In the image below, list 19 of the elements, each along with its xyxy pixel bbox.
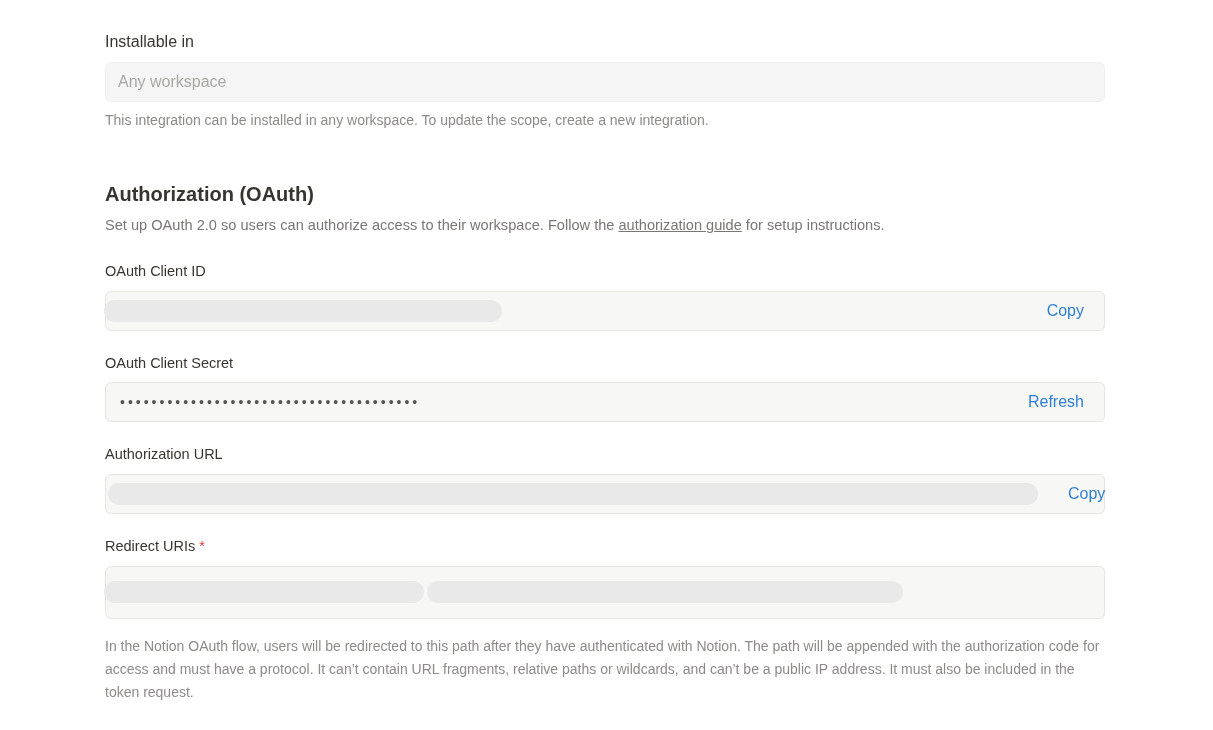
masked-value: •••••••••••••••••••••••••••••••••••••• [119, 392, 421, 412]
field-label: Installable in [105, 32, 195, 52]
action-button[interactable]: Copy [1016, 291, 1104, 330]
guide-link[interactable]: authorization guide [618, 217, 742, 233]
help-text: In the Notion OAuth flow, users will be redirected to this path after they have authenticated with Notion. The path will be appended with the authorization code for access and must have a protocol. It can’t contain URL fragments, relative paths or wildcards, and can’t be a public IP address. It must also be included in the token request. [105, 636, 1101, 702]
input-field[interactable]: Copy [105, 474, 1105, 515]
field-label: OAuth Client ID [105, 261, 206, 281]
input-field[interactable]: Copy [105, 290, 1105, 331]
field-label: Redirect URIs [105, 537, 196, 557]
input-field[interactable]: •••••••••••••••••••••••••••••••••••••• Refresh [105, 382, 1105, 423]
field-label: OAuth Client Secret [105, 353, 234, 373]
section-heading: Authorization (OAuth) [105, 182, 315, 207]
input-field[interactable]: Any workspace [105, 62, 1105, 102]
section-description: Set up OAuth 2.0 so users can authorize access to their workspace. Follow the authorization guide for setup instructions. [105, 216, 886, 235]
field-label: Authorization URL [105, 445, 223, 465]
input-field[interactable] [105, 565, 1105, 619]
required-mark: * [199, 537, 205, 557]
help-text: This integration can be installed in any workspace. To update the scope, create a new integration. [105, 111, 710, 130]
action-button[interactable]: Refresh [997, 383, 1104, 422]
